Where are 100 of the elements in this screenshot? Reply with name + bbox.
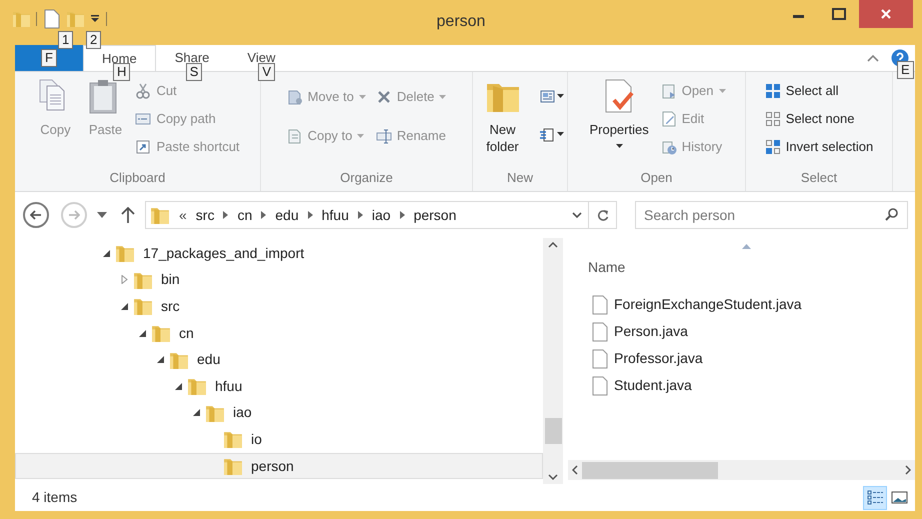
caret-icon <box>556 94 564 98</box>
shortcut-icon <box>135 138 152 154</box>
delete-icon <box>376 88 392 104</box>
file-item[interactable]: Person.java <box>614 321 688 342</box>
up-arrow-icon[interactable] <box>121 207 135 223</box>
collapsed-arrow-icon <box>120 275 129 284</box>
expanded-arrow-icon <box>192 408 201 418</box>
keytip: H <box>113 63 130 81</box>
back-button[interactable] <box>23 202 49 228</box>
refresh-button[interactable] <box>589 201 617 229</box>
breadcrumb[interactable]: hfuu <box>322 204 349 226</box>
file-icon <box>592 322 608 342</box>
tree-item[interactable]: src <box>15 293 543 320</box>
refresh-icon <box>596 209 608 221</box>
folder-icon <box>187 376 207 396</box>
file-tab[interactable]: F <box>15 45 83 71</box>
expanded-arrow-icon <box>138 328 147 338</box>
breadcrumb[interactable]: cn <box>237 204 252 226</box>
expanded-arrow-icon <box>120 302 129 311</box>
scroll-thumb[interactable] <box>582 462 718 478</box>
folder-icon <box>223 429 243 450</box>
folder-icon <box>12 9 30 29</box>
caret-icon <box>90 14 100 24</box>
arrow-right-icon <box>68 210 80 220</box>
tree-item[interactable]: iao <box>15 400 543 426</box>
file-item[interactable]: Professor.java <box>614 348 703 369</box>
divider-icon <box>36 12 38 26</box>
ribbon-button[interactable]: Properties <box>585 78 653 148</box>
chevron-right-icon <box>358 211 363 219</box>
ribbon-button[interactable]: Invert selection <box>762 134 876 159</box>
caret-icon <box>718 88 726 92</box>
keytip: F <box>41 49 57 67</box>
close-button[interactable] <box>859 0 913 28</box>
path-icon <box>135 110 152 126</box>
open-icon <box>660 82 677 98</box>
tree-item[interactable]: 17_packages_and_import <box>15 240 543 267</box>
group-label: Clipboard <box>110 168 166 187</box>
tree-item[interactable]: bin <box>15 266 543 294</box>
caret-icon <box>556 132 564 136</box>
tree-item[interactable]: edu <box>15 346 543 373</box>
sort-caret-icon <box>742 244 751 249</box>
group-label: New <box>506 168 533 186</box>
chevron-right-icon <box>261 211 266 219</box>
caret-icon <box>357 134 364 138</box>
chevron-right-icon <box>223 211 228 219</box>
window-title: person <box>436 12 486 32</box>
recent-locations-icon[interactable] <box>97 212 107 218</box>
group-label: Organize <box>340 168 393 187</box>
keytip: V <box>258 63 276 81</box>
folder-icon <box>151 323 171 344</box>
close-icon <box>880 8 892 20</box>
vertical-scrollbar[interactable] <box>543 238 563 484</box>
file-icon <box>592 294 608 314</box>
breadcrumb[interactable]: iao <box>372 204 391 226</box>
view-button[interactable] <box>863 486 887 510</box>
column-header[interactable]: Name <box>588 257 748 278</box>
scissors-icon <box>135 82 152 98</box>
overflow-chevron[interactable]: « <box>179 204 187 226</box>
collapse-ribbon-icon[interactable] <box>867 54 879 62</box>
horizontal-scrollbar[interactable] <box>568 460 915 480</box>
scroll-thumb[interactable] <box>544 418 562 444</box>
breadcrumb[interactable]: person <box>414 204 456 226</box>
divider-icon <box>106 12 108 26</box>
status-text: 4 items <box>32 488 78 507</box>
tree-item[interactable]: hfuu <box>15 372 543 400</box>
document-icon <box>286 128 303 144</box>
chevron-right-icon <box>400 211 405 219</box>
rename-icon <box>376 128 392 144</box>
scroll-down-icon <box>548 474 558 480</box>
file-icon <box>592 376 608 396</box>
chevron-right-icon <box>308 211 313 219</box>
tree-item[interactable]: cn <box>15 320 543 346</box>
folder-icon <box>223 456 243 476</box>
expanded-arrow-icon <box>174 382 183 391</box>
details-view-icon <box>866 488 884 507</box>
tree-item[interactable]: person <box>15 452 543 480</box>
caret-icon <box>439 94 446 98</box>
file-item[interactable]: Student.java <box>614 375 692 396</box>
file-item[interactable]: ForeignExchangeStudent.java <box>614 294 802 315</box>
scroll-right-icon <box>905 465 911 475</box>
tree-item[interactable]: io <box>15 426 543 453</box>
document-icon <box>44 9 60 29</box>
dropdown-icon[interactable] <box>572 212 582 218</box>
ribbon-button[interactable]: Select none <box>762 106 876 131</box>
folder-icon <box>150 205 170 225</box>
folder-icon <box>115 243 135 264</box>
expanded-arrow-icon <box>102 248 111 258</box>
file-icon <box>592 348 608 368</box>
keytip: 1 <box>58 31 74 49</box>
breadcrumb[interactable]: edu <box>275 204 299 226</box>
group-label: Open <box>640 168 672 187</box>
grid-icon <box>764 110 781 126</box>
edit-icon <box>660 110 677 126</box>
ribbon-button[interactable]: New folder <box>474 78 530 155</box>
address-field[interactable]: « src cn edu hfuu iao person <box>145 201 589 229</box>
arrow-left-icon <box>30 210 42 220</box>
breadcrumb[interactable]: src <box>196 204 214 226</box>
search-field[interactable]: Search person <box>635 201 908 229</box>
expanded-arrow-icon <box>156 355 165 364</box>
ribbon-button[interactable]: Select all <box>762 78 876 103</box>
